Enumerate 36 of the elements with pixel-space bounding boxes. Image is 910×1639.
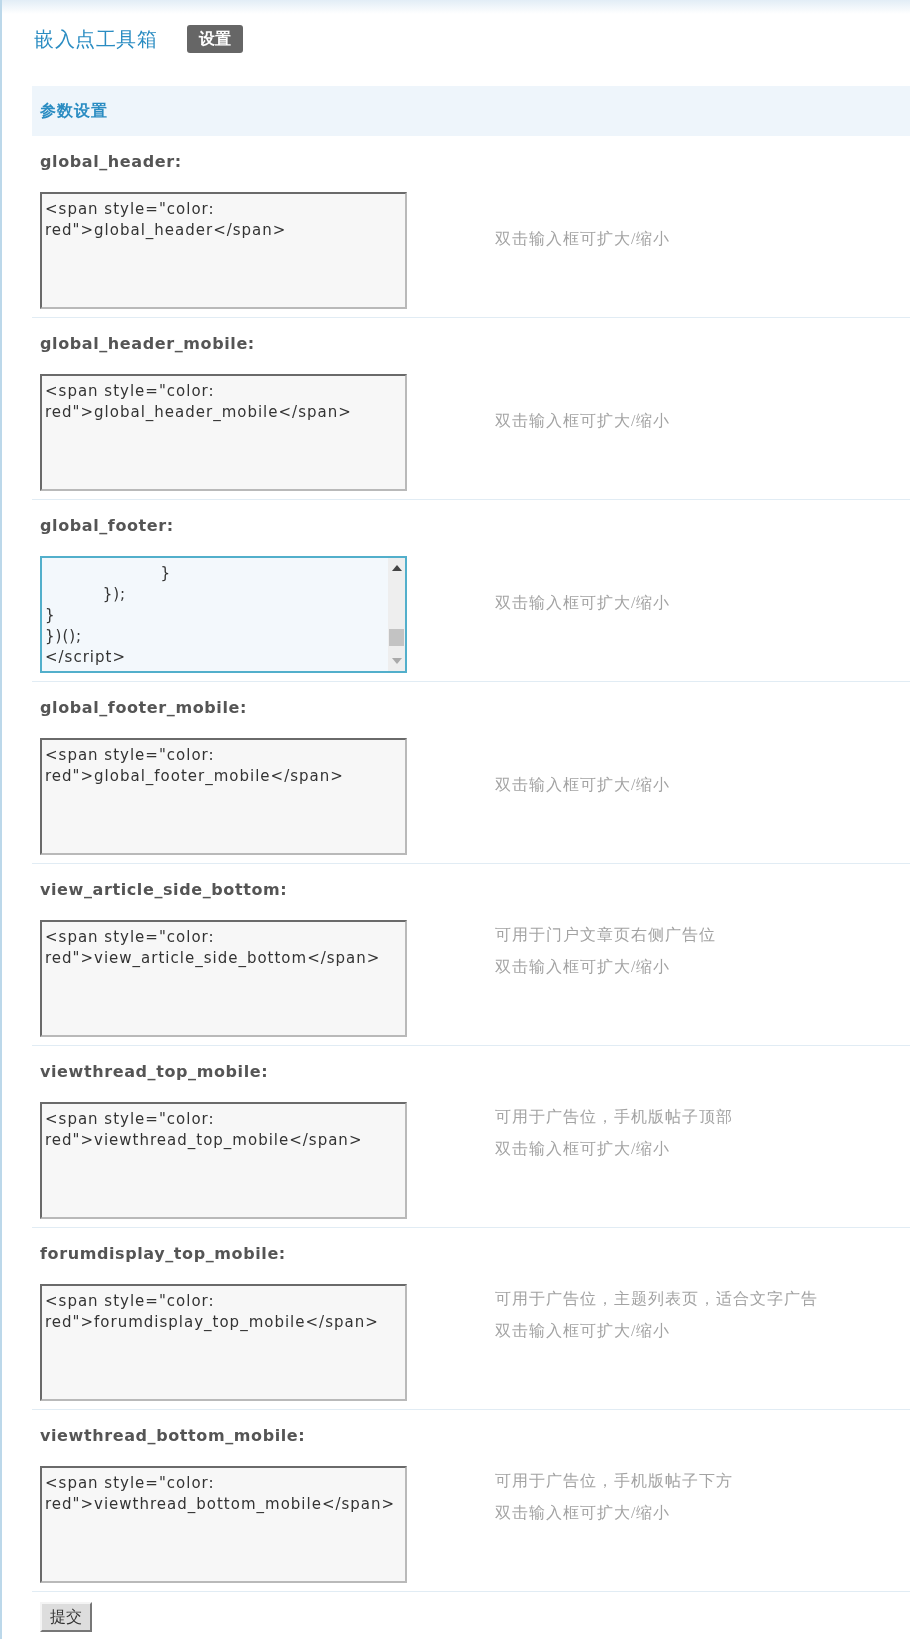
settings-tab[interactable]: 设置 (187, 25, 243, 53)
field-label: view_article_side_bottom: (40, 880, 288, 900)
field-label: global_footer: (40, 516, 174, 536)
html-textarea[interactable]: <span style="color: red">view_article_side_bottom</span> (40, 920, 407, 1037)
field-label: viewthread_bottom_mobile: (40, 1426, 306, 1446)
hint-text: 可用于门户文章页右侧广告位 (495, 925, 716, 945)
hint-text: 可用于广告位，手机版帖子顶部 (495, 1107, 733, 1127)
hint-text: 双击输入框可扩大/缩小 (495, 593, 671, 613)
section-title: 参数设置 (40, 101, 108, 121)
field-label: forumdisplay_top_mobile: (40, 1244, 286, 1264)
html-textarea[interactable]: <span style="color: red">viewthread_bottom_mobile</span> (40, 1466, 407, 1583)
hint-text: 双击输入框可扩大/缩小 (495, 1503, 672, 1523)
scroll-down-arrow-icon[interactable] (391, 658, 402, 664)
hint-text: 可用于广告位，手机版帖子下方 (495, 1471, 733, 1491)
hint-text: 双击输入框可扩大/缩小 (495, 775, 671, 795)
hint-text: 双击输入框可扩大/缩小 (495, 229, 671, 249)
html-textarea[interactable]: <span style="color: red">global_header_mobile</span> (40, 374, 407, 491)
field-label: global_header: (40, 152, 182, 172)
hint-text: 双击输入框可扩大/缩小 (495, 1139, 672, 1159)
html-textarea[interactable]: <span style="color: red">forumdisplay_top_mobile</span> (40, 1284, 407, 1401)
scrollbar-thumb[interactable] (389, 629, 404, 646)
scrollbar[interactable] (388, 558, 405, 671)
scroll-up-arrow-icon[interactable] (391, 565, 402, 571)
field-label: global_header_mobile: (40, 334, 255, 354)
page-title: 嵌入点工具箱 (34, 27, 157, 52)
submit-button[interactable]: 提交 (40, 1602, 92, 1632)
html-textarea[interactable]: <span style="color: red">global_header</span> (40, 192, 407, 309)
field-label: viewthread_top_mobile: (40, 1062, 269, 1082)
hint-text: 双击输入框可扩大/缩小 (495, 411, 671, 431)
hint-text: 可用于广告位，主题列表页，适合文字广告 (495, 1289, 818, 1309)
hint-text: 双击输入框可扩大/缩小 (495, 957, 672, 977)
field-label: global_footer_mobile: (40, 698, 247, 718)
hint-text: 双击输入框可扩大/缩小 (495, 1321, 672, 1341)
html-textarea[interactable]: <span style="color: red">global_footer_mobile</span> (40, 738, 407, 855)
html-textarea[interactable]: } }); } })(); </script> (40, 556, 407, 673)
html-textarea[interactable]: <span style="color: red">viewthread_top_mobile</span> (40, 1102, 407, 1219)
